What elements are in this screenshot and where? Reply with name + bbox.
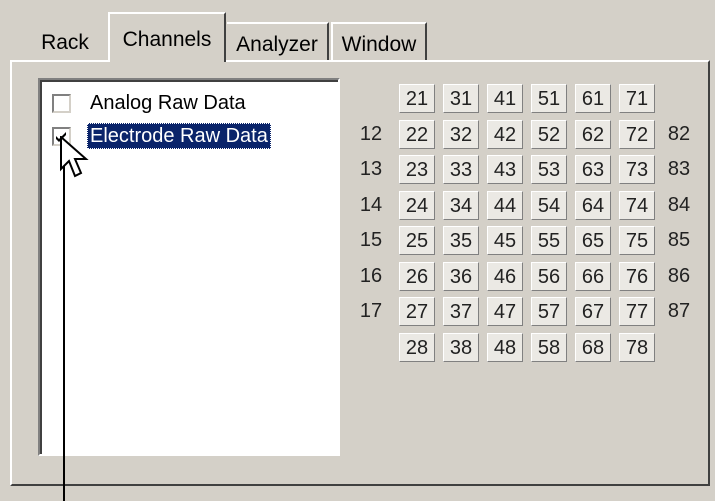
electrode-channel-24[interactable]: 24 <box>399 191 435 220</box>
tab-rack[interactable]: Rack <box>26 22 104 62</box>
electrode-channel-27[interactable]: 27 <box>399 297 435 326</box>
electrode-channel-37[interactable]: 37 <box>443 297 479 326</box>
electrode-channel-51[interactable]: 51 <box>531 84 567 113</box>
electrode-channel-54[interactable]: 54 <box>531 191 567 220</box>
electrode-channel-74[interactable]: 74 <box>619 191 655 220</box>
electrode-channel-68[interactable]: 68 <box>575 333 611 362</box>
arrow-pointer-icon <box>60 136 89 178</box>
annotation-pointer-line <box>63 150 65 501</box>
electrode-channel-73[interactable]: 73 <box>619 155 655 184</box>
tab-channels[interactable]: Channels <box>108 12 226 62</box>
electrode-channel-45[interactable]: 45 <box>487 226 523 255</box>
list-item-analog-raw-data[interactable]: Analog Raw Data <box>52 88 249 118</box>
electrode-channel-12[interactable]: 12 <box>353 120 389 149</box>
electrode-channel-58[interactable]: 58 <box>531 333 567 362</box>
electrode-channel-23[interactable]: 23 <box>399 155 435 184</box>
electrode-channel-34[interactable]: 34 <box>443 191 479 220</box>
electrode-channel-14[interactable]: 14 <box>353 191 389 220</box>
electrode-channel-82[interactable]: 82 <box>661 120 697 149</box>
electrode-channel-42[interactable]: 42 <box>487 120 523 149</box>
electrode-channel-76[interactable]: 76 <box>619 262 655 291</box>
electrode-channel-52[interactable]: 52 <box>531 120 567 149</box>
electrode-channel-84[interactable]: 84 <box>661 191 697 220</box>
electrode-channel-56[interactable]: 56 <box>531 262 567 291</box>
analog-raw-data-checkbox[interactable] <box>52 93 71 113</box>
electrode-channel-38[interactable]: 38 <box>443 333 479 362</box>
electrode-channel-86[interactable]: 86 <box>661 262 697 291</box>
electrode-channel-66[interactable]: 66 <box>575 262 611 291</box>
electrode-channel-55[interactable]: 55 <box>531 226 567 255</box>
electrode-channel-48[interactable]: 48 <box>487 333 523 362</box>
electrode-channel-33[interactable]: 33 <box>443 155 479 184</box>
electrode-channel-78[interactable]: 78 <box>619 333 655 362</box>
electrode-channel-57[interactable]: 57 <box>531 297 567 326</box>
electrode-channel-77[interactable]: 77 <box>619 297 655 326</box>
tab-analyzer[interactable]: Analyzer <box>227 22 329 62</box>
electrode-channel-16[interactable]: 16 <box>353 262 389 291</box>
electrode-channel-26[interactable]: 26 <box>399 262 435 291</box>
list-item-label: Electrode Raw Data <box>87 123 271 149</box>
electrode-channel-63[interactable]: 63 <box>575 155 611 184</box>
electrode-channel-36[interactable]: 36 <box>443 262 479 291</box>
electrode-channel-47[interactable]: 47 <box>487 297 523 326</box>
electrode-channel-62[interactable]: 62 <box>575 120 611 149</box>
electrode-channel-43[interactable]: 43 <box>487 155 523 184</box>
electrode-channel-46[interactable]: 46 <box>487 262 523 291</box>
electrode-channel-13[interactable]: 13 <box>353 155 389 184</box>
electrode-channel-15[interactable]: 15 <box>353 226 389 255</box>
tab-window[interactable]: Window <box>331 22 427 62</box>
electrode-channel-17[interactable]: 17 <box>353 297 389 326</box>
electrode-channel-65[interactable]: 65 <box>575 226 611 255</box>
electrode-channel-22[interactable]: 22 <box>399 120 435 149</box>
electrode-channel-35[interactable]: 35 <box>443 226 479 255</box>
electrode-channel-21[interactable]: 21 <box>399 84 435 113</box>
electrode-channel-61[interactable]: 61 <box>575 84 611 113</box>
electrode-channel-85[interactable]: 85 <box>661 226 697 255</box>
electrode-channel-75[interactable]: 75 <box>619 226 655 255</box>
channels-tab-window: Rack Channels Analyzer Window Analog Raw… <box>0 0 715 501</box>
electrode-channel-67[interactable]: 67 <box>575 297 611 326</box>
electrode-channel-25[interactable]: 25 <box>399 226 435 255</box>
electrode-channel-83[interactable]: 83 <box>661 155 697 184</box>
electrode-channel-53[interactable]: 53 <box>531 155 567 184</box>
electrode-channel-72[interactable]: 72 <box>619 120 655 149</box>
electrode-channel-44[interactable]: 44 <box>487 191 523 220</box>
electrode-channel-64[interactable]: 64 <box>575 191 611 220</box>
electrode-channel-87[interactable]: 87 <box>661 297 697 326</box>
electrode-channel-41[interactable]: 41 <box>487 84 523 113</box>
electrode-channel-31[interactable]: 31 <box>443 84 479 113</box>
data-stream-listbox[interactable]: Analog Raw Data Electrode Raw Data <box>38 78 340 456</box>
electrode-channel-28[interactable]: 28 <box>399 333 435 362</box>
electrode-channel-71[interactable]: 71 <box>619 84 655 113</box>
electrode-channel-32[interactable]: 32 <box>443 120 479 149</box>
list-item-label: Analog Raw Data <box>90 92 246 114</box>
